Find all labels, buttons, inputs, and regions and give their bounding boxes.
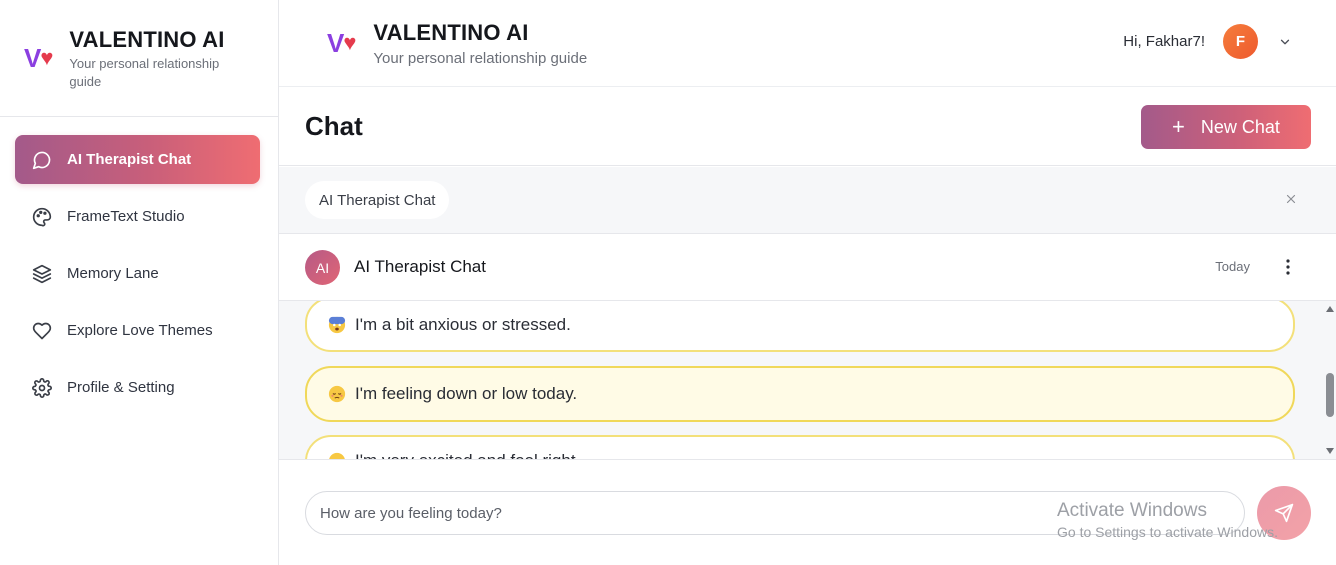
avatar[interactable]: F [1223,24,1258,59]
mood-option-down[interactable]: I'm feeling down or low today. [305,366,1295,422]
new-chat-button[interactable]: + New Chat [1141,105,1311,149]
sidebar-item-memory-lane[interactable]: Memory Lane [15,249,260,298]
brand-title: VALENTINO AI [69,27,225,52]
heart-icon [31,320,53,342]
page-title: Chat [305,111,363,141]
sidebar-item-frametext-studio[interactable]: FrameText Studio [15,192,260,241]
smile-face-icon [327,451,347,459]
chevron-down-icon[interactable] [1278,35,1292,49]
mood-option-excited[interactable]: I'm very excited and fool right [305,435,1295,459]
scroll-down-arrow-icon[interactable] [1325,447,1335,455]
top-bar: V ♥ VALENTINO AI Your personal relationsh… [279,0,1336,87]
logo-heart-icon: ♥ [40,45,54,70]
anxious-face-icon [327,315,347,335]
sidebar-item-label: FrameText Studio [67,208,185,225]
more-options-icon[interactable] [1280,258,1296,276]
plus-icon: + [1172,114,1185,139]
palette-icon [31,206,53,228]
chat-tabs: AI Therapist Chat [279,167,1336,234]
logo-v: V [327,28,345,58]
logo-heart-icon: ♥ [343,30,357,55]
mood-option-text: I'm feeling down or low today. [355,384,578,403]
sidebar-item-explore-love-themes[interactable]: Explore Love Themes [15,306,260,355]
brand-subtitle: Your personal relationship guide [69,56,220,89]
pensive-face-icon [327,384,347,404]
send-button[interactable] [1257,486,1311,540]
message-list: I'm a bit anxious or stressed. I'm feeli… [279,301,1336,459]
sidebar-nav: AI Therapist Chat FrameText Studio Memor… [0,117,278,412]
sidebar: V ♥ VALENTINO AI Your personal relationsh… [0,0,279,565]
scroll-up-arrow-icon[interactable] [1325,305,1335,313]
send-icon [1274,503,1294,523]
header-logo: V ♥ [327,30,356,56]
conversation-header: AI AI Therapist Chat Today [279,234,1336,301]
sidebar-item-label: Explore Love Themes [67,322,213,339]
mood-option-text: I'm a bit anxious or stressed. [355,314,571,334]
scrollbar[interactable] [1322,301,1336,459]
layers-icon [31,263,53,285]
conversation-title: AI Therapist Chat [354,257,486,276]
header-subtitle: Your personal relationship guide [373,49,588,67]
brand-logo: V ♥ [24,45,53,71]
header-title: VALENTINO AI [373,19,529,45]
sidebar-item-label: Memory Lane [67,265,159,282]
mood-option-text: I'm very excited and fool right [355,451,576,459]
sidebar-item-ai-therapist-chat[interactable]: AI Therapist Chat [15,135,260,184]
sidebar-item-label: AI Therapist Chat [67,151,192,168]
gear-icon [31,377,53,399]
mood-option-anxious[interactable]: I'm a bit anxious or stressed. [305,301,1295,352]
user-greeting: Hi, Fakhar7! [1123,33,1205,50]
new-chat-label: New Chat [1200,116,1280,137]
user-menu[interactable]: Hi, Fakhar7! F [1123,24,1292,59]
sidebar-item-profile-setting[interactable]: Profile & Setting [15,363,260,412]
message-input[interactable] [305,491,1245,535]
chat-header: Chat + New Chat [279,88,1336,166]
sidebar-brand: V ♥ VALENTINO AI Your personal relationsh… [0,0,278,117]
composer [279,459,1336,565]
tab-ai-therapist-chat[interactable]: AI Therapist Chat [305,181,450,219]
close-icon[interactable] [1284,192,1298,206]
ai-avatar: AI [305,250,340,285]
logo-v: V [24,43,42,73]
chat-bubble-icon [31,149,53,171]
conversation-date: Today [1215,259,1250,274]
sidebar-item-label: Profile & Setting [67,379,175,396]
scrollbar-thumb[interactable] [1326,373,1334,417]
